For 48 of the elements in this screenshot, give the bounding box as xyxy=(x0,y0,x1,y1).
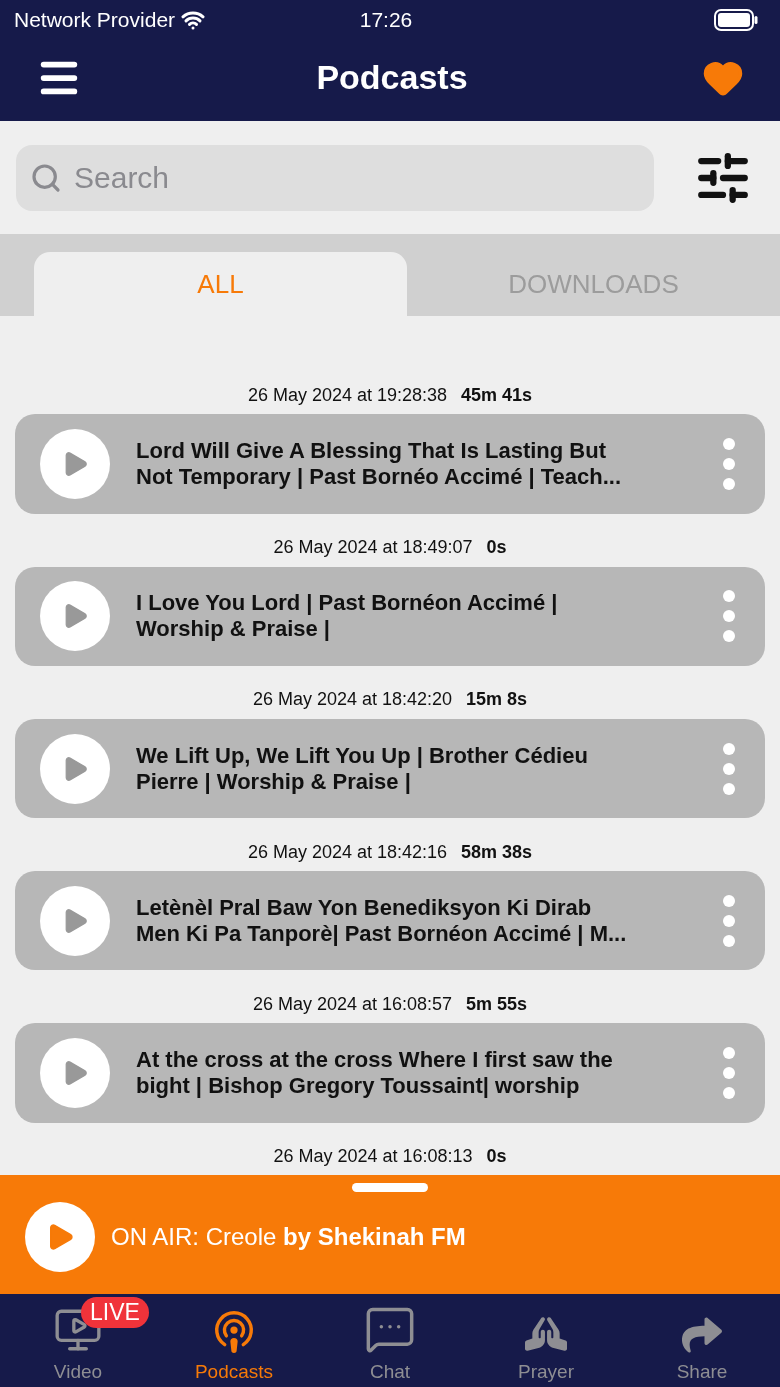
episode-duration: 58m 38s xyxy=(461,841,533,863)
episode-card[interactable]: Letènèl Pral Baw Yon Benediksyon Ki Dirab Men Ki Pa Tanporè| Past Bornéon Accimé | M... xyxy=(15,870,765,971)
more-icon xyxy=(723,438,735,491)
episode-duration: 5m 55s xyxy=(466,993,528,1015)
tab-bar-item[interactable]: LIVE Video xyxy=(0,1294,156,1387)
episode-card[interactable]: Lord Will Give A Blessing That Is Lasting But Not Temporary | Past Bornéo Accimé | Teach... xyxy=(15,414,765,515)
drag-handle[interactable] xyxy=(352,1183,428,1192)
more-button[interactable] xyxy=(723,590,735,643)
more-icon xyxy=(723,742,735,795)
tab-bar-item[interactable]: Prayer xyxy=(468,1294,624,1387)
episode-card[interactable]: I Love You Lord | Past Bornéon Accimé | Worship & Praise | xyxy=(15,566,765,667)
more-icon xyxy=(723,590,735,643)
episode-title: I Love You Lord | Past Bornéon Accimé | Worship & Praise | xyxy=(136,590,559,643)
episode-date: 26 May 2024 at 16:08:57 xyxy=(252,993,453,1015)
search-icon xyxy=(30,161,62,194)
more-icon xyxy=(723,894,735,947)
episode-title: Letènèl Pral Baw Yon Benediksyon Ki Dirab Men Ki Pa Tanporè| Past Bornéon Accimé | M... xyxy=(136,894,628,947)
more-button[interactable] xyxy=(723,438,735,491)
episode-duration: 0s xyxy=(486,1145,507,1167)
episode-duration: 15m 8s xyxy=(466,689,528,711)
page-title: Podcasts xyxy=(316,58,468,97)
battery-icon xyxy=(714,9,758,31)
episode-title: At the cross at the cross Where I first saw the bight | Bishop Gregory Toussaint| worship xyxy=(136,1046,614,1099)
carrier-name: Network Provider xyxy=(14,8,176,32)
search-field[interactable]: Search xyxy=(16,144,654,211)
tab-bar-item[interactable]: Share xyxy=(624,1294,780,1387)
episode-duration: 45m 41s xyxy=(461,385,533,407)
episode-card[interactable]: At the cross at the cross Where I first saw the bight | Bishop Gregory Toussaint| worship xyxy=(15,1022,765,1123)
live-badge: LIVE xyxy=(81,1297,149,1328)
more-icon xyxy=(723,1046,735,1099)
tab-bar-item[interactable]: Chat xyxy=(312,1294,468,1387)
share-icon xyxy=(682,1315,722,1355)
episode-duration: 0s xyxy=(486,537,507,559)
episode-title: Lord Will Give A Blessing That Is Lasting But Not Temporary | Past Bornéo Accimé | Teach... xyxy=(136,438,623,491)
now-playing-text: ON AIR: Creole by Shekinah FM xyxy=(111,1223,466,1251)
episode-card[interactable]: We Lift Up, We Lift You Up | Brother Cédieu Pierre | Worship & Praise | xyxy=(15,718,765,819)
episode-date: 26 May 2024 at 18:49:07 xyxy=(273,537,473,559)
episode-date: 26 May 2024 at 16:08:13 xyxy=(273,1145,473,1167)
more-button[interactable] xyxy=(723,894,735,947)
clock-time: 17:26 xyxy=(359,8,413,32)
tab-bar-item[interactable]: Podcasts xyxy=(156,1294,312,1387)
more-button[interactable] xyxy=(723,742,735,795)
episode-date: 26 May 2024 at 18:42:16 xyxy=(247,841,448,863)
episode-date: 26 May 2024 at 18:42:20 xyxy=(252,689,453,711)
episode-date: 26 May 2024 at 19:28:38 xyxy=(247,385,448,407)
more-button[interactable] xyxy=(723,1046,735,1099)
search-input[interactable]: Search xyxy=(72,159,640,196)
episode-title: We Lift Up, We Lift You Up | Brother Cédieu Pierre | Worship & Praise | xyxy=(136,742,589,795)
